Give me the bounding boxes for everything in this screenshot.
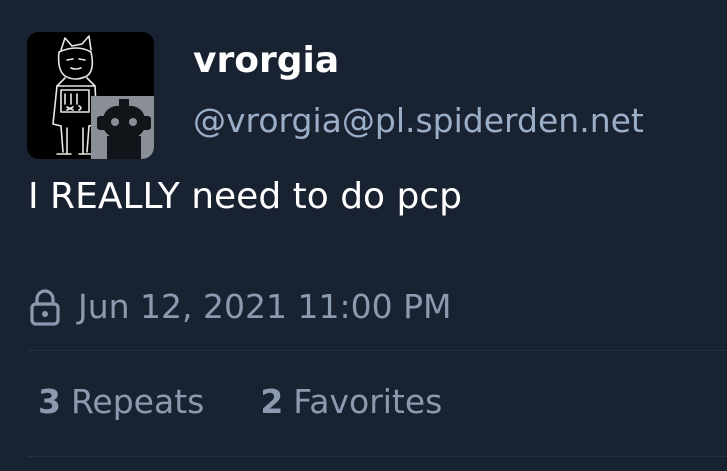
repeats-count: 3 [38, 382, 61, 421]
status-content: I REALLY need to do pcp [28, 176, 463, 217]
favorites-count: 2 [260, 382, 284, 421]
status-meta: Jun 12, 2021 11:00 PM [28, 282, 451, 332]
divider [28, 456, 727, 457]
status-timestamp[interactable]: Jun 12, 2021 11:00 PM [78, 284, 451, 330]
avatar[interactable] [27, 32, 154, 159]
display-name[interactable]: vrorgia [193, 38, 339, 84]
account-handle[interactable]: @vrorgia@pl.spiderden.net [193, 98, 644, 144]
repeats-label: Repeats [70, 382, 205, 421]
divider [28, 350, 727, 351]
status-detail: vrorgia @vrorgia@pl.spiderden.net I REAL… [0, 0, 727, 471]
favorites-label: Favorites [293, 382, 443, 421]
avatar-image [27, 32, 154, 159]
favorites-link[interactable]: 2 Favorites [260, 379, 442, 425]
lock-icon [28, 287, 62, 327]
repeats-link[interactable]: 3 Repeats [38, 379, 204, 425]
status-stats: 3 Repeats 2 Favorites [38, 379, 498, 425]
